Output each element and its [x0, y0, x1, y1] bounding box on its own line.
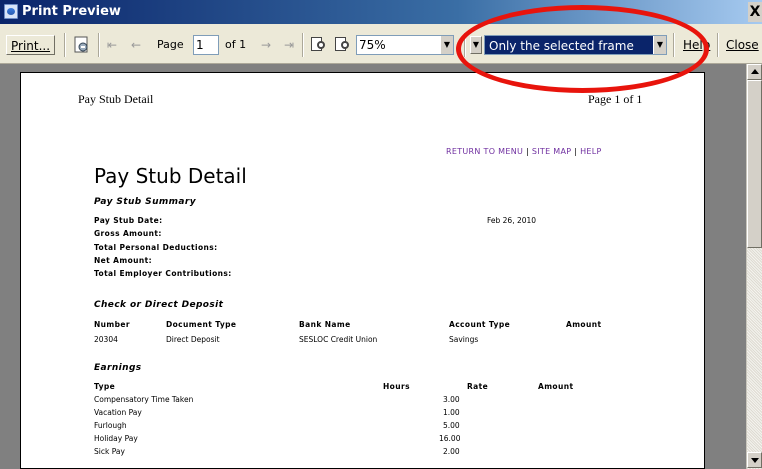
- scroll-up-button[interactable]: [747, 64, 762, 80]
- toolbar-separator: [64, 33, 66, 57]
- print-button[interactable]: Print...: [6, 35, 56, 55]
- earnings-row-rate: 3.00: [443, 395, 460, 404]
- annotation-circle: [456, 5, 709, 93]
- net-amount-label: Net Amount:: [94, 256, 152, 265]
- vertical-scrollbar[interactable]: [746, 64, 762, 469]
- deposit-account-type: Savings: [449, 335, 479, 344]
- earnings-row-rate: 5.00: [443, 421, 460, 430]
- deposit-number: 20304: [94, 335, 118, 344]
- zoom-value: 75%: [359, 38, 386, 52]
- earnings-row-rate: 16.00: [439, 434, 461, 443]
- earnings-row-type: Holiday Pay: [94, 434, 138, 443]
- toolbar-separator: [302, 33, 304, 57]
- last-page-icon[interactable]: ⇥: [284, 35, 294, 55]
- close-window-button[interactable]: X: [748, 2, 762, 22]
- page-label: Page: [157, 38, 184, 51]
- zoom-select[interactable]: 75% ▼: [356, 35, 454, 55]
- toolbar-separator: [717, 33, 719, 57]
- earnings-row-type: Vacation Pay: [94, 408, 142, 417]
- page-header-number: Page 1 of 1: [588, 92, 643, 106]
- scroll-thumb[interactable]: [747, 80, 762, 248]
- help-link[interactable]: HELP: [580, 147, 602, 156]
- earnings-row-type: Furlough: [94, 421, 127, 430]
- earnings-col-hours: Hours: [383, 382, 410, 391]
- close-button[interactable]: Close: [722, 35, 762, 55]
- link-separator: |: [574, 147, 578, 156]
- pay-stub-date-value: Feb 26, 2010: [487, 216, 537, 225]
- pay-stub-date-label: Pay Stub Date:: [94, 216, 163, 225]
- deposit-col-amount: Amount: [566, 320, 602, 329]
- earnings-heading: Earnings: [94, 363, 142, 373]
- summary-heading: Pay Stub Summary: [94, 197, 197, 207]
- page-title: Pay Stub Detail: [94, 164, 247, 188]
- link-separator: |: [526, 147, 530, 156]
- earnings-row-rate: 2.00: [443, 447, 460, 456]
- personal-deductions-label: Total Personal Deductions:: [94, 243, 218, 252]
- deposit-col-account-type: Account Type: [449, 320, 511, 329]
- earnings-col-rate: Rate: [467, 382, 489, 391]
- zoom-out-icon[interactable]: [309, 35, 329, 55]
- page-count-label: of 1: [225, 38, 247, 51]
- employer-contributions-label: Total Employer Contributions:: [94, 269, 232, 278]
- deposit-document-type: Direct Deposit: [166, 335, 220, 344]
- deposit-col-bank-name: Bank Name: [299, 320, 351, 329]
- return-to-menu-link[interactable]: RETURN TO MENU: [446, 147, 523, 156]
- page-header-title: Pay Stub Detail: [78, 92, 154, 106]
- page-number-input[interactable]: 1: [193, 35, 219, 55]
- page-setup-icon[interactable]: [72, 35, 94, 55]
- deposit-bank-name: SESLOC Credit Union: [299, 335, 378, 344]
- next-page-icon[interactable]: →: [261, 35, 271, 55]
- earnings-row-rate: 1.00: [443, 408, 460, 417]
- first-page-icon[interactable]: ⇤: [107, 35, 117, 55]
- earnings-row-type: Compensatory Time Taken: [94, 395, 194, 404]
- previous-page-icon[interactable]: ←: [131, 35, 141, 55]
- print-preview-icon: [4, 4, 18, 19]
- scroll-down-button[interactable]: [747, 452, 762, 468]
- earnings-col-type: Type: [94, 382, 116, 391]
- site-map-link[interactable]: SITE MAP: [532, 147, 572, 156]
- earnings-row-type: Sick Pay: [94, 447, 125, 456]
- deposit-col-number: Number: [94, 320, 130, 329]
- toolbar-separator: [98, 33, 100, 57]
- deposit-col-document-type: Document Type: [166, 320, 237, 329]
- top-links: RETURN TO MENU | SITE MAP | HELP: [446, 147, 602, 156]
- chevron-down-icon[interactable]: ▼: [440, 36, 453, 54]
- deposit-heading: Check or Direct Deposit: [94, 300, 224, 310]
- arrow-down-icon: [751, 458, 759, 463]
- window-title: Print Preview: [22, 4, 121, 19]
- gross-amount-label: Gross Amount:: [94, 229, 162, 238]
- preview-page: Pay Stub Detail Page 1 of 1 RETURN TO ME…: [20, 72, 705, 469]
- zoom-in-icon[interactable]: [333, 35, 353, 55]
- arrow-up-icon: [751, 69, 759, 74]
- earnings-col-amount: Amount: [538, 382, 574, 391]
